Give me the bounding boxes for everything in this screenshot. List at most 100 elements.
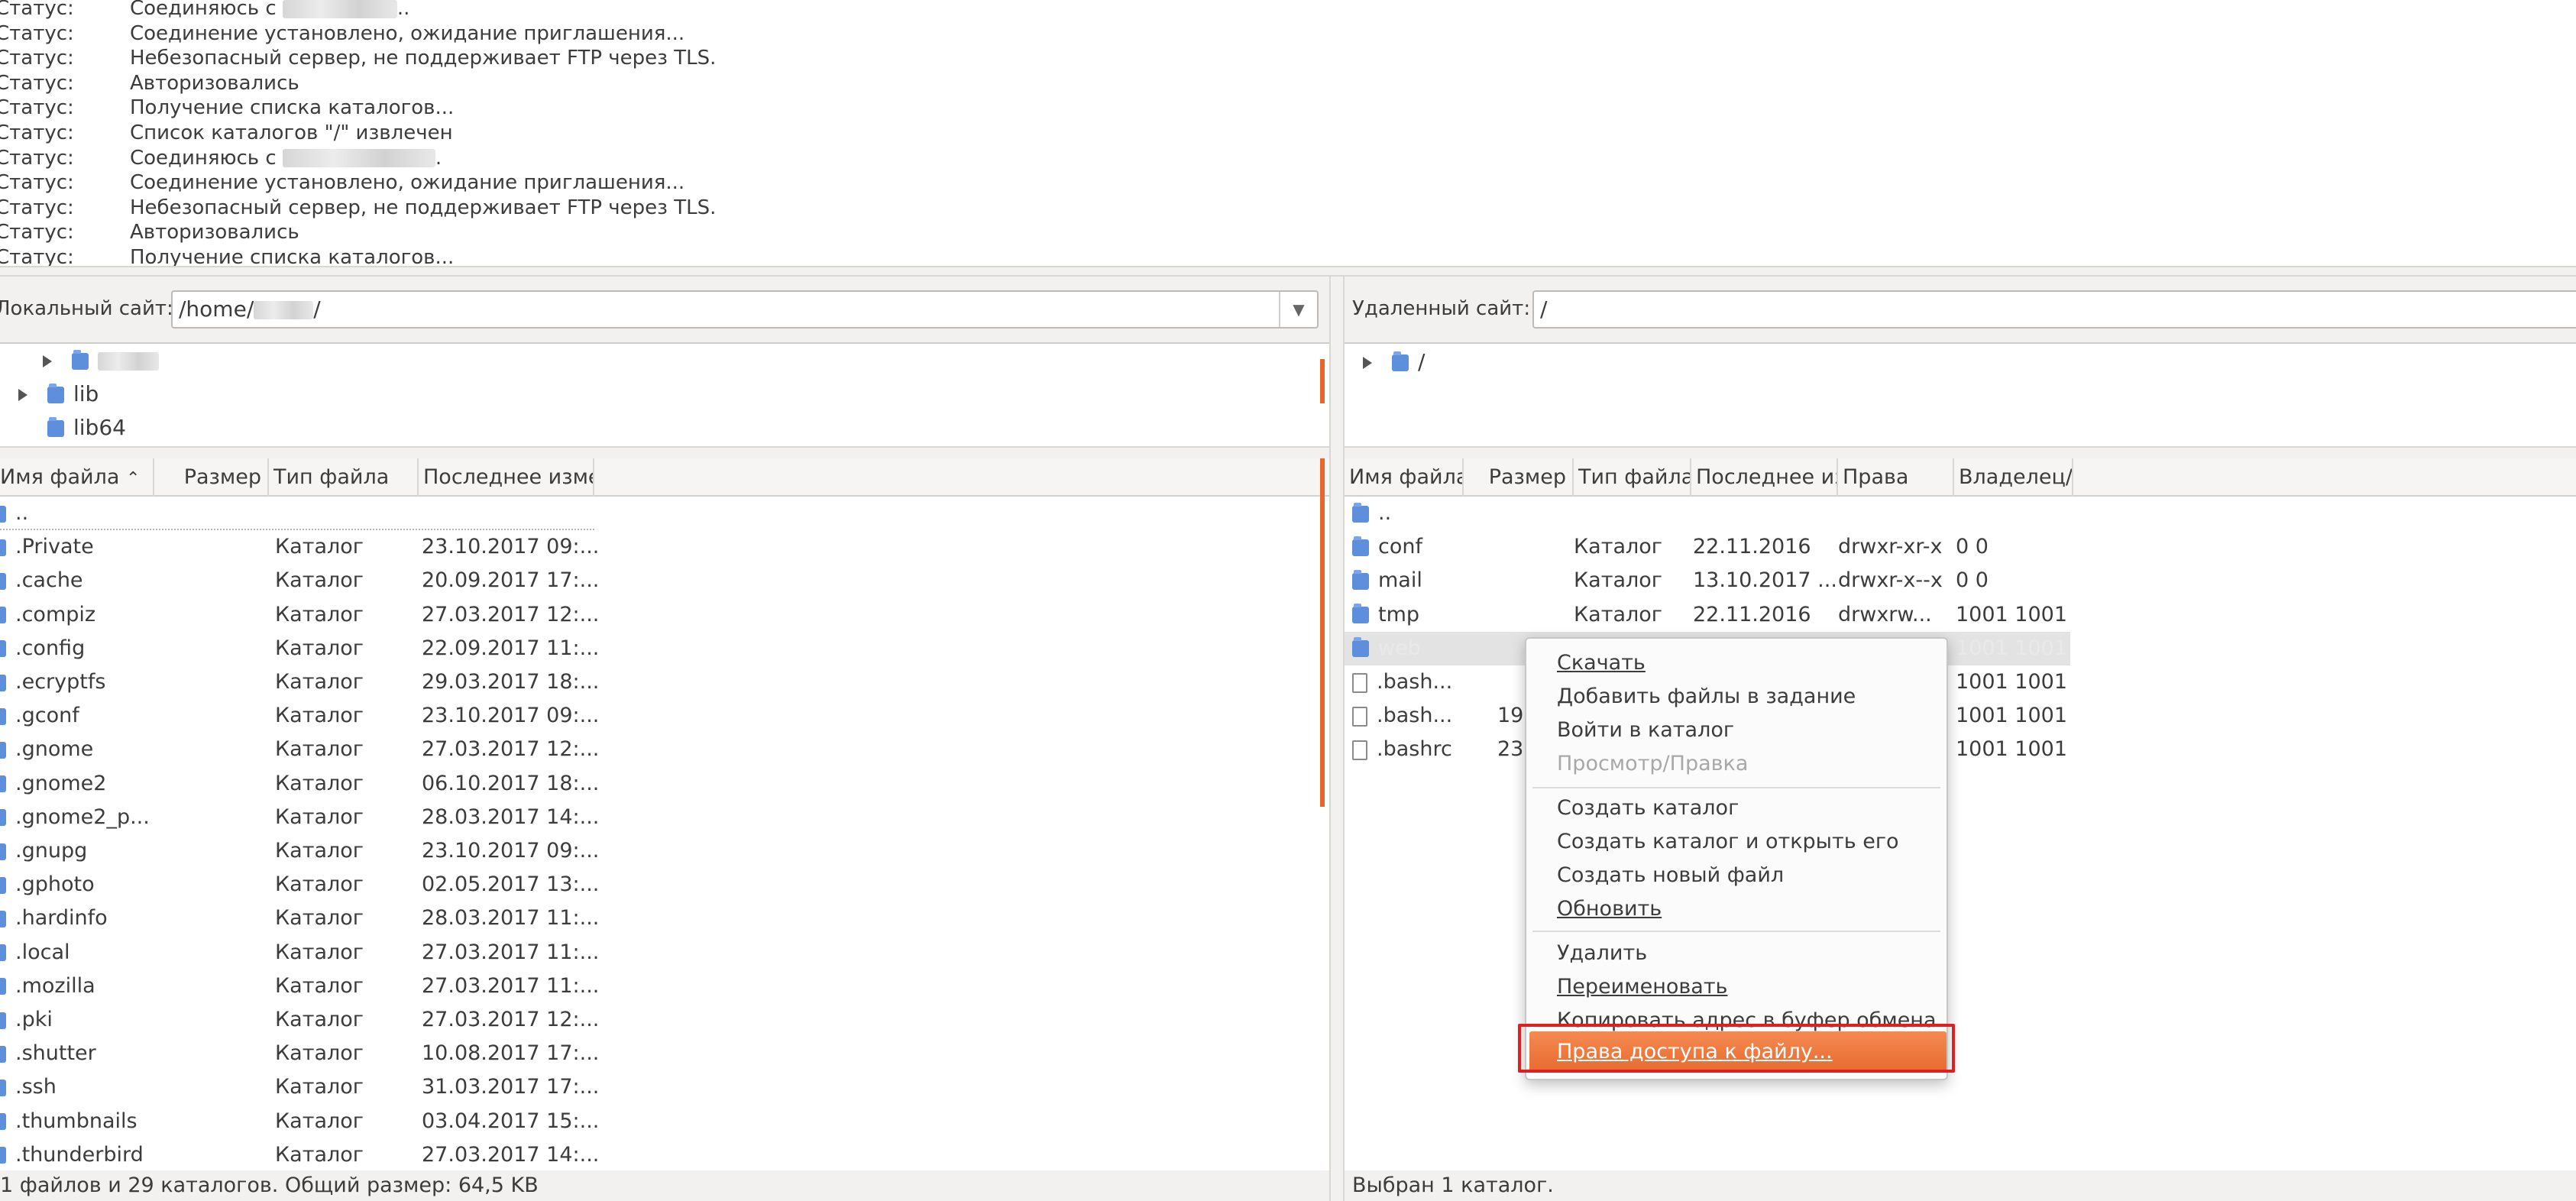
log-message: Соединяюсь с .. — [130, 0, 410, 20]
menu-download[interactable]: Скачать — [1557, 646, 1646, 680]
local-tree-item[interactable]: lib64 — [47, 411, 126, 445]
folder-icon — [0, 1045, 6, 1063]
table-row[interactable]: mail Каталог 13.10.2017 ... drwxr-x--x 0 0 — [1345, 564, 2070, 597]
menu-create-directory-open[interactable]: Создать каталог и открыть его — [1557, 825, 1899, 859]
cell-name: .thunderbird — [0, 1138, 153, 1170]
col-size[interactable]: Размер — [1464, 458, 1574, 497]
folder-icon — [1352, 637, 1369, 658]
log-message: Авторизовались — [130, 221, 299, 244]
table-row[interactable]: .ssh Каталог 31.03.2017 17:... — [0, 1070, 1329, 1104]
menu-refresh[interactable]: Обновить — [1557, 892, 1662, 926]
cell-name: .gnome2_p... — [0, 801, 153, 834]
cell-name: .hardinfo — [0, 902, 153, 935]
remote-tree-item[interactable]: / — [1363, 345, 1425, 379]
local-path-input[interactable]: /home/ / ▼ — [171, 290, 1319, 329]
cell-modified: 10.08.2017 17:... — [422, 1041, 597, 1066]
menu-delete[interactable]: Удалить — [1557, 937, 1647, 970]
col-type[interactable]: Тип файла — [1574, 458, 1691, 497]
table-row[interactable]: .ecryptfs Каталог 29.03.2017 18:... — [0, 665, 1329, 699]
log-message: Небезопасный сервер, не поддерживает FTP… — [130, 47, 717, 70]
log-splitter[interactable] — [0, 266, 2576, 277]
table-row[interactable]: .config Каталог 22.09.2017 11:... — [0, 632, 1329, 665]
local-list-scrollbar[interactable] — [1320, 458, 1325, 807]
cell-modified: 22.09.2017 11:... — [422, 636, 597, 660]
col-modified[interactable]: Последнее из — [1691, 458, 1838, 497]
col-owner[interactable]: Владелец/ — [1954, 458, 2073, 497]
table-row[interactable]: tmp Каталог 22.11.2016 drwxrw... 1001 1001 — [1345, 598, 2070, 632]
table-row[interactable]: .gnupg Каталог 23.10.2017 09:... — [0, 834, 1329, 868]
table-row[interactable]: .pki Каталог 27.03.2017 12:... — [0, 1003, 1329, 1037]
table-row[interactable]: .. — [0, 497, 594, 530]
cell-name: .Private — [0, 530, 153, 564]
col-filename[interactable]: Имя файла — [1345, 458, 1464, 497]
table-row[interactable]: .gnome2 Каталог 06.10.2017 18:... — [0, 767, 1329, 801]
col-type[interactable]: Тип файла — [269, 458, 419, 497]
menu-create-directory[interactable]: Создать каталог — [1557, 791, 1739, 825]
message-log: Статус: Соединяюсь с .. Статус: Соединение … — [0, 0, 2576, 266]
local-tree-scrollbar[interactable] — [1320, 359, 1325, 403]
table-row[interactable]: conf Каталог 22.11.2016 drwxr-xr-x 0 0 — [1345, 530, 2070, 564]
table-row[interactable]: .gconf Каталог 23.10.2017 09:... — [0, 699, 1329, 733]
menu-enter-directory[interactable]: Войти в каталог — [1557, 714, 1734, 747]
table-row[interactable]: .Private Каталог 23.10.2017 09:... — [0, 530, 1329, 564]
cell-owner: 1001 1001 — [1956, 737, 2068, 762]
table-row[interactable]: .thunderbird Каталог 27.03.2017 14:... — [0, 1138, 1329, 1170]
table-row[interactable]: .gnome2_p... Каталог 28.03.2017 14:... — [0, 801, 1329, 834]
table-row[interactable]: .thumbnails Каталог 03.04.2017 15:... — [0, 1105, 1329, 1138]
expand-icon[interactable] — [1363, 357, 1372, 369]
table-row[interactable]: .local Каталог 27.03.2017 11:... — [0, 936, 1329, 970]
folder-icon — [0, 809, 6, 827]
table-row[interactable]: .gphoto Каталог 02.05.2017 13:... — [0, 868, 1329, 902]
table-row[interactable]: .. — [1345, 497, 2070, 530]
cell-modified: 28.03.2017 11:... — [422, 906, 597, 931]
col-permissions[interactable]: Права — [1838, 458, 1954, 497]
col-filename[interactable]: Имя файла ⌃ — [0, 458, 154, 497]
table-row[interactable]: .hardinfo Каталог 28.03.2017 11:... — [0, 902, 1329, 935]
cell-name: .config — [0, 632, 153, 665]
cell-modified: 03.04.2017 15:... — [422, 1109, 597, 1133]
cell-name: tmp — [1352, 598, 1464, 632]
local-path-dropdown-icon[interactable]: ▼ — [1279, 292, 1317, 327]
local-tree-item[interactable]: lib — [18, 377, 99, 411]
remote-path-input[interactable]: / — [1532, 290, 2576, 329]
cell-name: .local — [0, 936, 153, 970]
cell-type: Каталог — [275, 839, 364, 863]
cell-name: conf — [1352, 530, 1464, 564]
remote-site-label: Удаленный сайт: — [1352, 297, 1531, 320]
local-dir-tree: lib lib64 — [0, 342, 1329, 458]
menu-add-to-queue[interactable]: Добавить файлы в задание — [1557, 680, 1856, 714]
folder-icon — [1352, 502, 1369, 523]
tree-item-label: lib — [73, 381, 99, 406]
table-row[interactable]: .shutter Каталог 10.08.2017 17:... — [0, 1037, 1329, 1070]
menu-view-edit: Просмотр/Правка — [1557, 752, 1749, 775]
cell-modified: 28.03.2017 14:... — [422, 804, 597, 829]
cell-modified: 27.03.2017 11:... — [422, 940, 597, 964]
cell-type: Каталог — [275, 940, 364, 964]
table-row[interactable]: .gnome Каталог 27.03.2017 12:... — [0, 733, 1329, 766]
cell-name: .thumbnails — [0, 1105, 153, 1138]
cell-type: Каталог — [275, 636, 364, 660]
cell-modified: 29.03.2017 18:... — [422, 670, 597, 694]
menu-rename[interactable]: Переименовать — [1557, 970, 1727, 1004]
table-row[interactable]: .mozilla Каталог 27.03.2017 11:... — [0, 970, 1329, 1003]
col-modified[interactable]: Последнее изме — [419, 458, 594, 497]
log-message: Авторизовались — [130, 71, 299, 95]
table-row[interactable]: .cache Каталог 20.09.2017 17:... — [0, 564, 1329, 597]
log-message: Соединение установлено, ожидание приглаш… — [130, 21, 685, 45]
menu-create-file[interactable]: Создать новый файл — [1557, 859, 1784, 892]
local-status-bar: 1 файлов и 29 каталогов. Общий размер: 6… — [0, 1170, 1329, 1201]
table-row[interactable]: .compiz Каталог 27.03.2017 12:... — [0, 598, 1329, 632]
pane-splitter[interactable] — [1329, 277, 1345, 1201]
folder-icon — [0, 910, 6, 927]
cell-name: .ssh — [0, 1070, 153, 1104]
redacted-host — [282, 0, 397, 18]
col-size[interactable]: Размер — [154, 458, 269, 497]
local-file-list: Имя файла ⌃ Размер Тип файла Последнее и… — [0, 458, 1329, 1170]
local-tree-item[interactable] — [43, 344, 159, 377]
cell-name: .. — [1352, 497, 1464, 530]
cell-size: 23 — [1497, 737, 1524, 762]
expand-icon[interactable] — [43, 355, 52, 367]
folder-icon — [0, 876, 6, 894]
cell-modified: 23.10.2017 09:... — [422, 839, 597, 863]
expand-icon[interactable] — [18, 389, 28, 401]
